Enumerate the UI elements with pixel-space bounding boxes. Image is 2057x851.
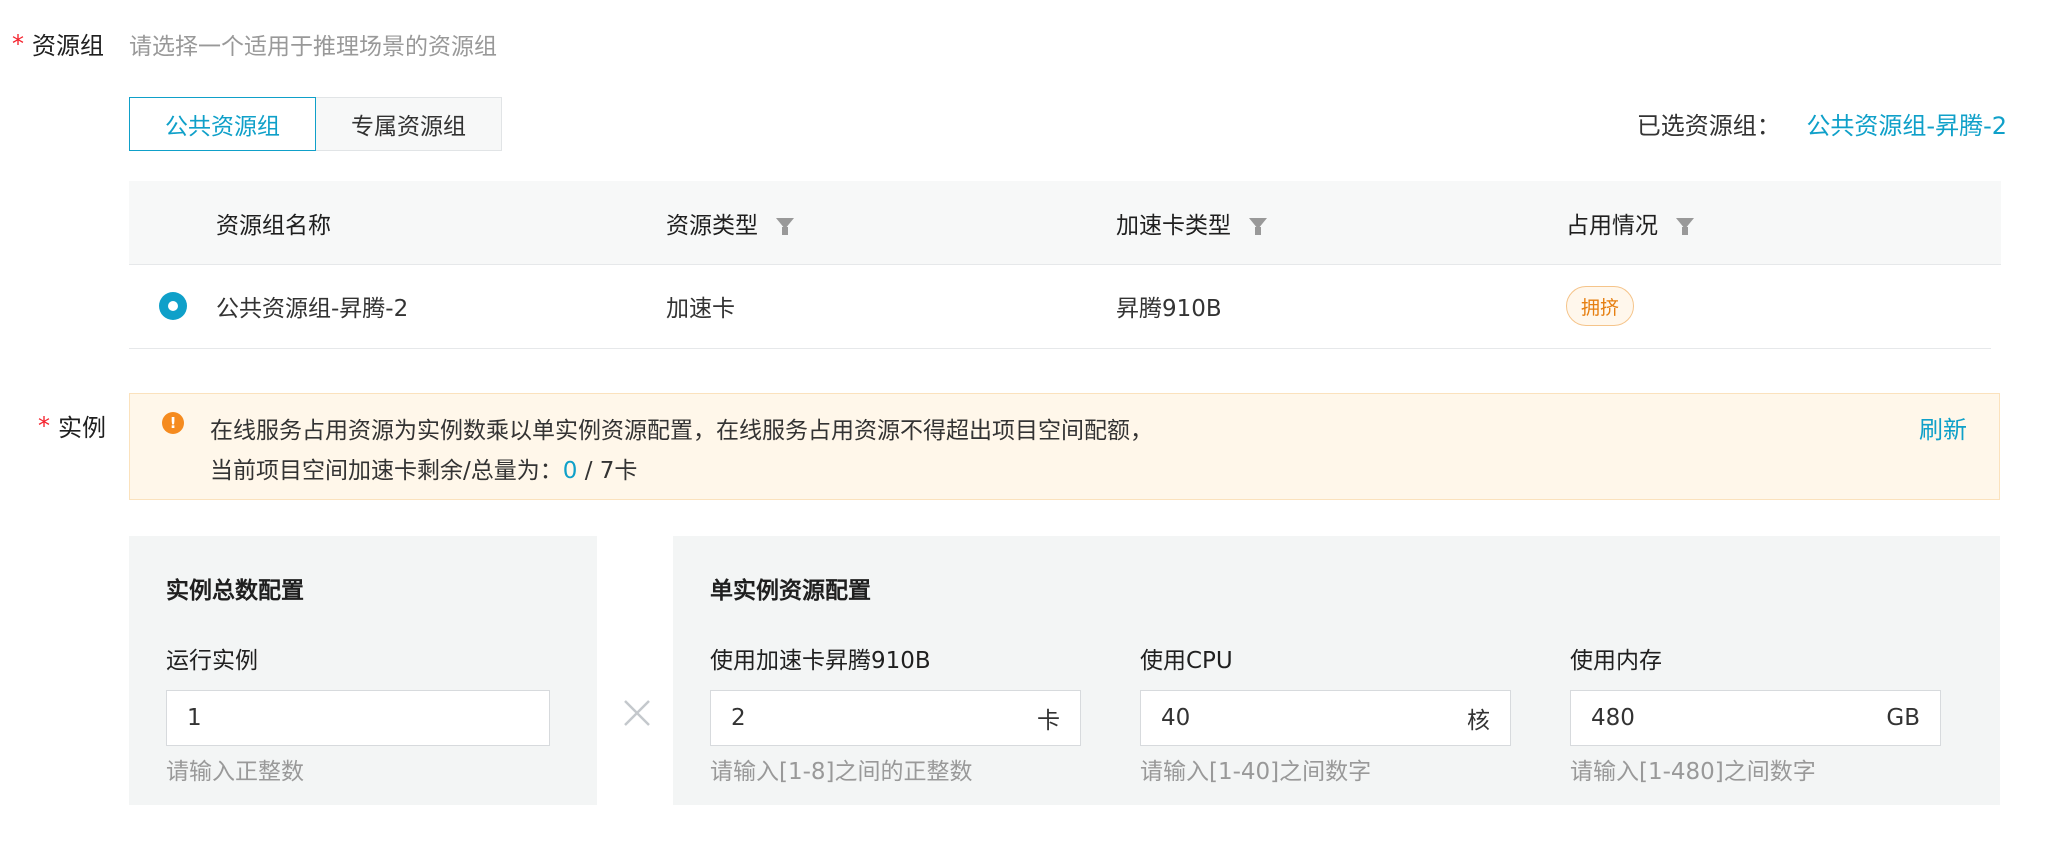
alert-text-line1: 在线服务占用资源为实例数乘以单实例资源配置，在线服务占用资源不得超出项目空间配额… [210,418,1153,444]
column-header-name: 资源组名称 [216,212,331,239]
tab-public-resource-group[interactable]: 公共资源组 [129,97,316,151]
cell-name: 公共资源组-昇腾-2 [216,296,409,322]
cpu-label: 使用CPU [1140,648,1233,674]
resource-table-header: 资源组名称 资源类型 加速卡类型 占用情况 [129,181,2001,265]
column-header-status: 占用情况 [1566,181,1694,264]
filter-icon[interactable] [1249,218,1267,235]
card-label: 使用加速卡昇腾910B [710,648,931,674]
single-instance-title: 单实例资源配置 [710,578,871,604]
card-unit: 卡 [1037,708,1060,734]
required-mark: * [38,412,50,440]
memory-input[interactable]: 480 GB [1570,690,1941,746]
card-hint: 请输入[1-8]之间的正整数 [710,759,973,785]
refresh-link[interactable]: 刷新 [1919,410,1967,445]
instance-total-title: 实例总数配置 [166,578,304,604]
filter-icon[interactable] [1676,218,1694,235]
selected-resource-group: 已选资源组： 公共资源组-昇腾-2 [1637,106,2007,141]
remaining-count: 0 [562,458,578,484]
cell-type: 加速卡 [666,296,735,322]
cpu-input[interactable]: 40 核 [1140,690,1511,746]
resource-group-label: 资源组 [32,32,104,60]
cpu-hint: 请输入[1-40]之间数字 [1140,759,1372,785]
warning-icon: ! [162,412,184,434]
status-badge: 拥挤 [1566,286,1635,326]
radio-selected-icon[interactable] [159,292,187,320]
quota-alert: ! 在线服务占用资源为实例数乘以单实例资源配置，在线服务占用资源不得超出项目空间… [129,393,2000,500]
running-instance-label: 运行实例 [166,648,258,674]
memory-label: 使用内存 [1570,648,1662,674]
cell-card: 昇腾910B [1116,296,1222,322]
column-header-type: 资源类型 [666,181,794,264]
filter-icon[interactable] [776,218,794,235]
running-instance-input[interactable]: 1 [166,690,550,746]
selected-resource-group-value: 公共资源组-昇腾-2 [1806,112,2007,140]
table-row[interactable]: 公共资源组-昇腾-2 加速卡 昇腾910B 拥挤 [129,264,1991,349]
card-count-input[interactable]: 2卡 [710,690,1081,746]
tab-dedicated-resource-group[interactable]: 专属资源组 [316,97,502,151]
running-instance-hint: 请输入正整数 [166,759,304,785]
cell-status: 拥挤 [1566,264,1635,348]
selected-resource-group-label: 已选资源组： [1636,112,1781,140]
memory-unit: GB [1886,705,1920,731]
memory-hint: 请输入[1-480]之间数字 [1570,759,1816,785]
resource-group-hint: 请选择一个适用于推理场景的资源组 [129,34,497,60]
alert-text-line2: 当前项目空间加速卡剩余/总量为：0 / 7卡 [210,458,638,484]
cpu-unit: 核 [1467,708,1490,734]
multiply-icon [624,700,650,726]
required-mark: * [12,30,24,58]
instance-label: 实例 [58,414,106,442]
column-header-card: 加速卡类型 [1116,181,1267,264]
